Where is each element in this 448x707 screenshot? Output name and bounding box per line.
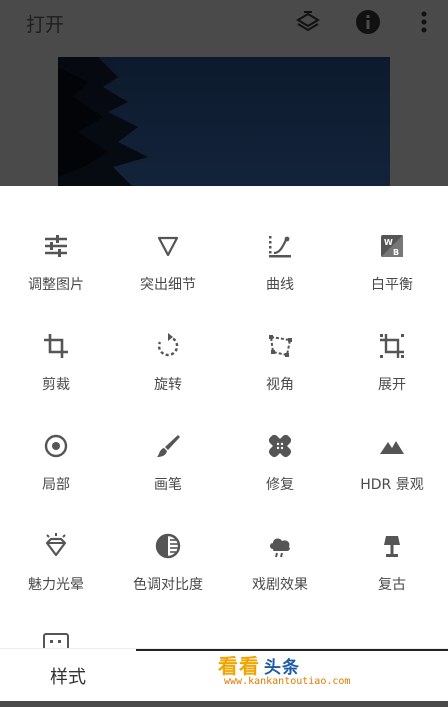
tool-details[interactable]: 突出细节	[112, 232, 224, 312]
white-balance-icon: W B	[381, 235, 403, 257]
vintage-lamp-icon	[384, 536, 400, 557]
tool-brush[interactable]: 画笔	[112, 432, 224, 512]
tune-sliders-icon	[45, 235, 67, 257]
perspective-icon	[269, 335, 292, 357]
tool-label: 白平衡	[371, 277, 413, 293]
tool-expand[interactable]: 展开	[336, 332, 448, 412]
tab-styles[interactable]: 样式	[0, 649, 136, 701]
svg-text:W: W	[384, 238, 393, 247]
tool-label: 魅力光晕	[28, 577, 84, 593]
tool-label: 旋转	[154, 377, 182, 393]
tool-vintage[interactable]: 复古	[336, 532, 448, 612]
tool-label: 修复	[266, 477, 294, 493]
crop-icon	[44, 334, 68, 358]
tool-rotate[interactable]: 旋转	[112, 332, 224, 412]
tool-label: 局部	[42, 477, 70, 493]
tool-label: 展开	[378, 377, 406, 393]
rotate-icon	[157, 333, 179, 357]
tool-perspective[interactable]: 视角	[224, 332, 336, 412]
more-vert-icon[interactable]	[410, 8, 438, 36]
tool-label: 画笔	[154, 477, 182, 493]
expand-icon	[380, 334, 404, 358]
tool-label: 曲线	[266, 277, 294, 293]
watermark-title: 看看 头条	[218, 654, 300, 678]
selective-target-icon	[44, 434, 68, 458]
tool-white-balance[interactable]: W B 白平衡	[336, 232, 448, 312]
tool-hdr[interactable]: HDR 景观	[336, 432, 448, 512]
tree-silhouette	[58, 57, 148, 187]
hdr-mountains-icon	[380, 441, 404, 454]
tonal-contrast-icon	[155, 533, 181, 559]
watermark-logo: 看看 头条 www.kankantoutiao.com	[218, 650, 368, 698]
grainy-film-icon[interactable]	[42, 632, 70, 648]
tool-label: 色调对比度	[133, 577, 203, 593]
tool-label: HDR 景观	[360, 477, 424, 493]
tool-label: 视角	[266, 377, 294, 393]
tool-curves[interactable]: 曲线	[224, 232, 336, 312]
tool-selective[interactable]: 局部	[0, 432, 112, 512]
svg-text:B: B	[393, 248, 399, 257]
details-triangle-icon	[157, 236, 179, 257]
app-bar: 打开	[0, 0, 448, 44]
tool-label: 调整图片	[28, 277, 84, 293]
tool-label: 戏剧效果	[252, 577, 308, 593]
photo-preview	[58, 57, 390, 187]
tool-label: 复古	[378, 577, 406, 593]
tool-tune-image[interactable]: 调整图片	[0, 232, 112, 312]
healing-bandage-icon	[268, 434, 292, 458]
tool-drama[interactable]: 戏剧效果	[224, 532, 336, 612]
tool-healing[interactable]: 修复	[224, 432, 336, 512]
open-button[interactable]: 打开	[26, 10, 64, 37]
tool-label: 剪裁	[42, 377, 70, 393]
tool-glamour-glow[interactable]: 魅力光晕	[0, 532, 112, 612]
tools-sheet: 调整图片 突出细节 曲线 W B 白平衡 剪裁 旋转 视角 展开 局部 画笔 修…	[0, 186, 448, 700]
curves-icon	[269, 236, 291, 258]
layers-icon[interactable]	[294, 8, 322, 36]
info-icon[interactable]	[354, 8, 382, 36]
tool-crop[interactable]: 剪裁	[0, 332, 112, 412]
drama-cloud-icon	[270, 538, 290, 558]
tool-tonal-contrast[interactable]: 色调对比度	[112, 532, 224, 612]
tool-label: 突出细节	[140, 277, 196, 293]
watermark-url: www.kankantoutiao.com	[224, 676, 351, 687]
brush-icon	[157, 435, 180, 457]
glamour-glow-diamond-icon	[45, 533, 67, 557]
